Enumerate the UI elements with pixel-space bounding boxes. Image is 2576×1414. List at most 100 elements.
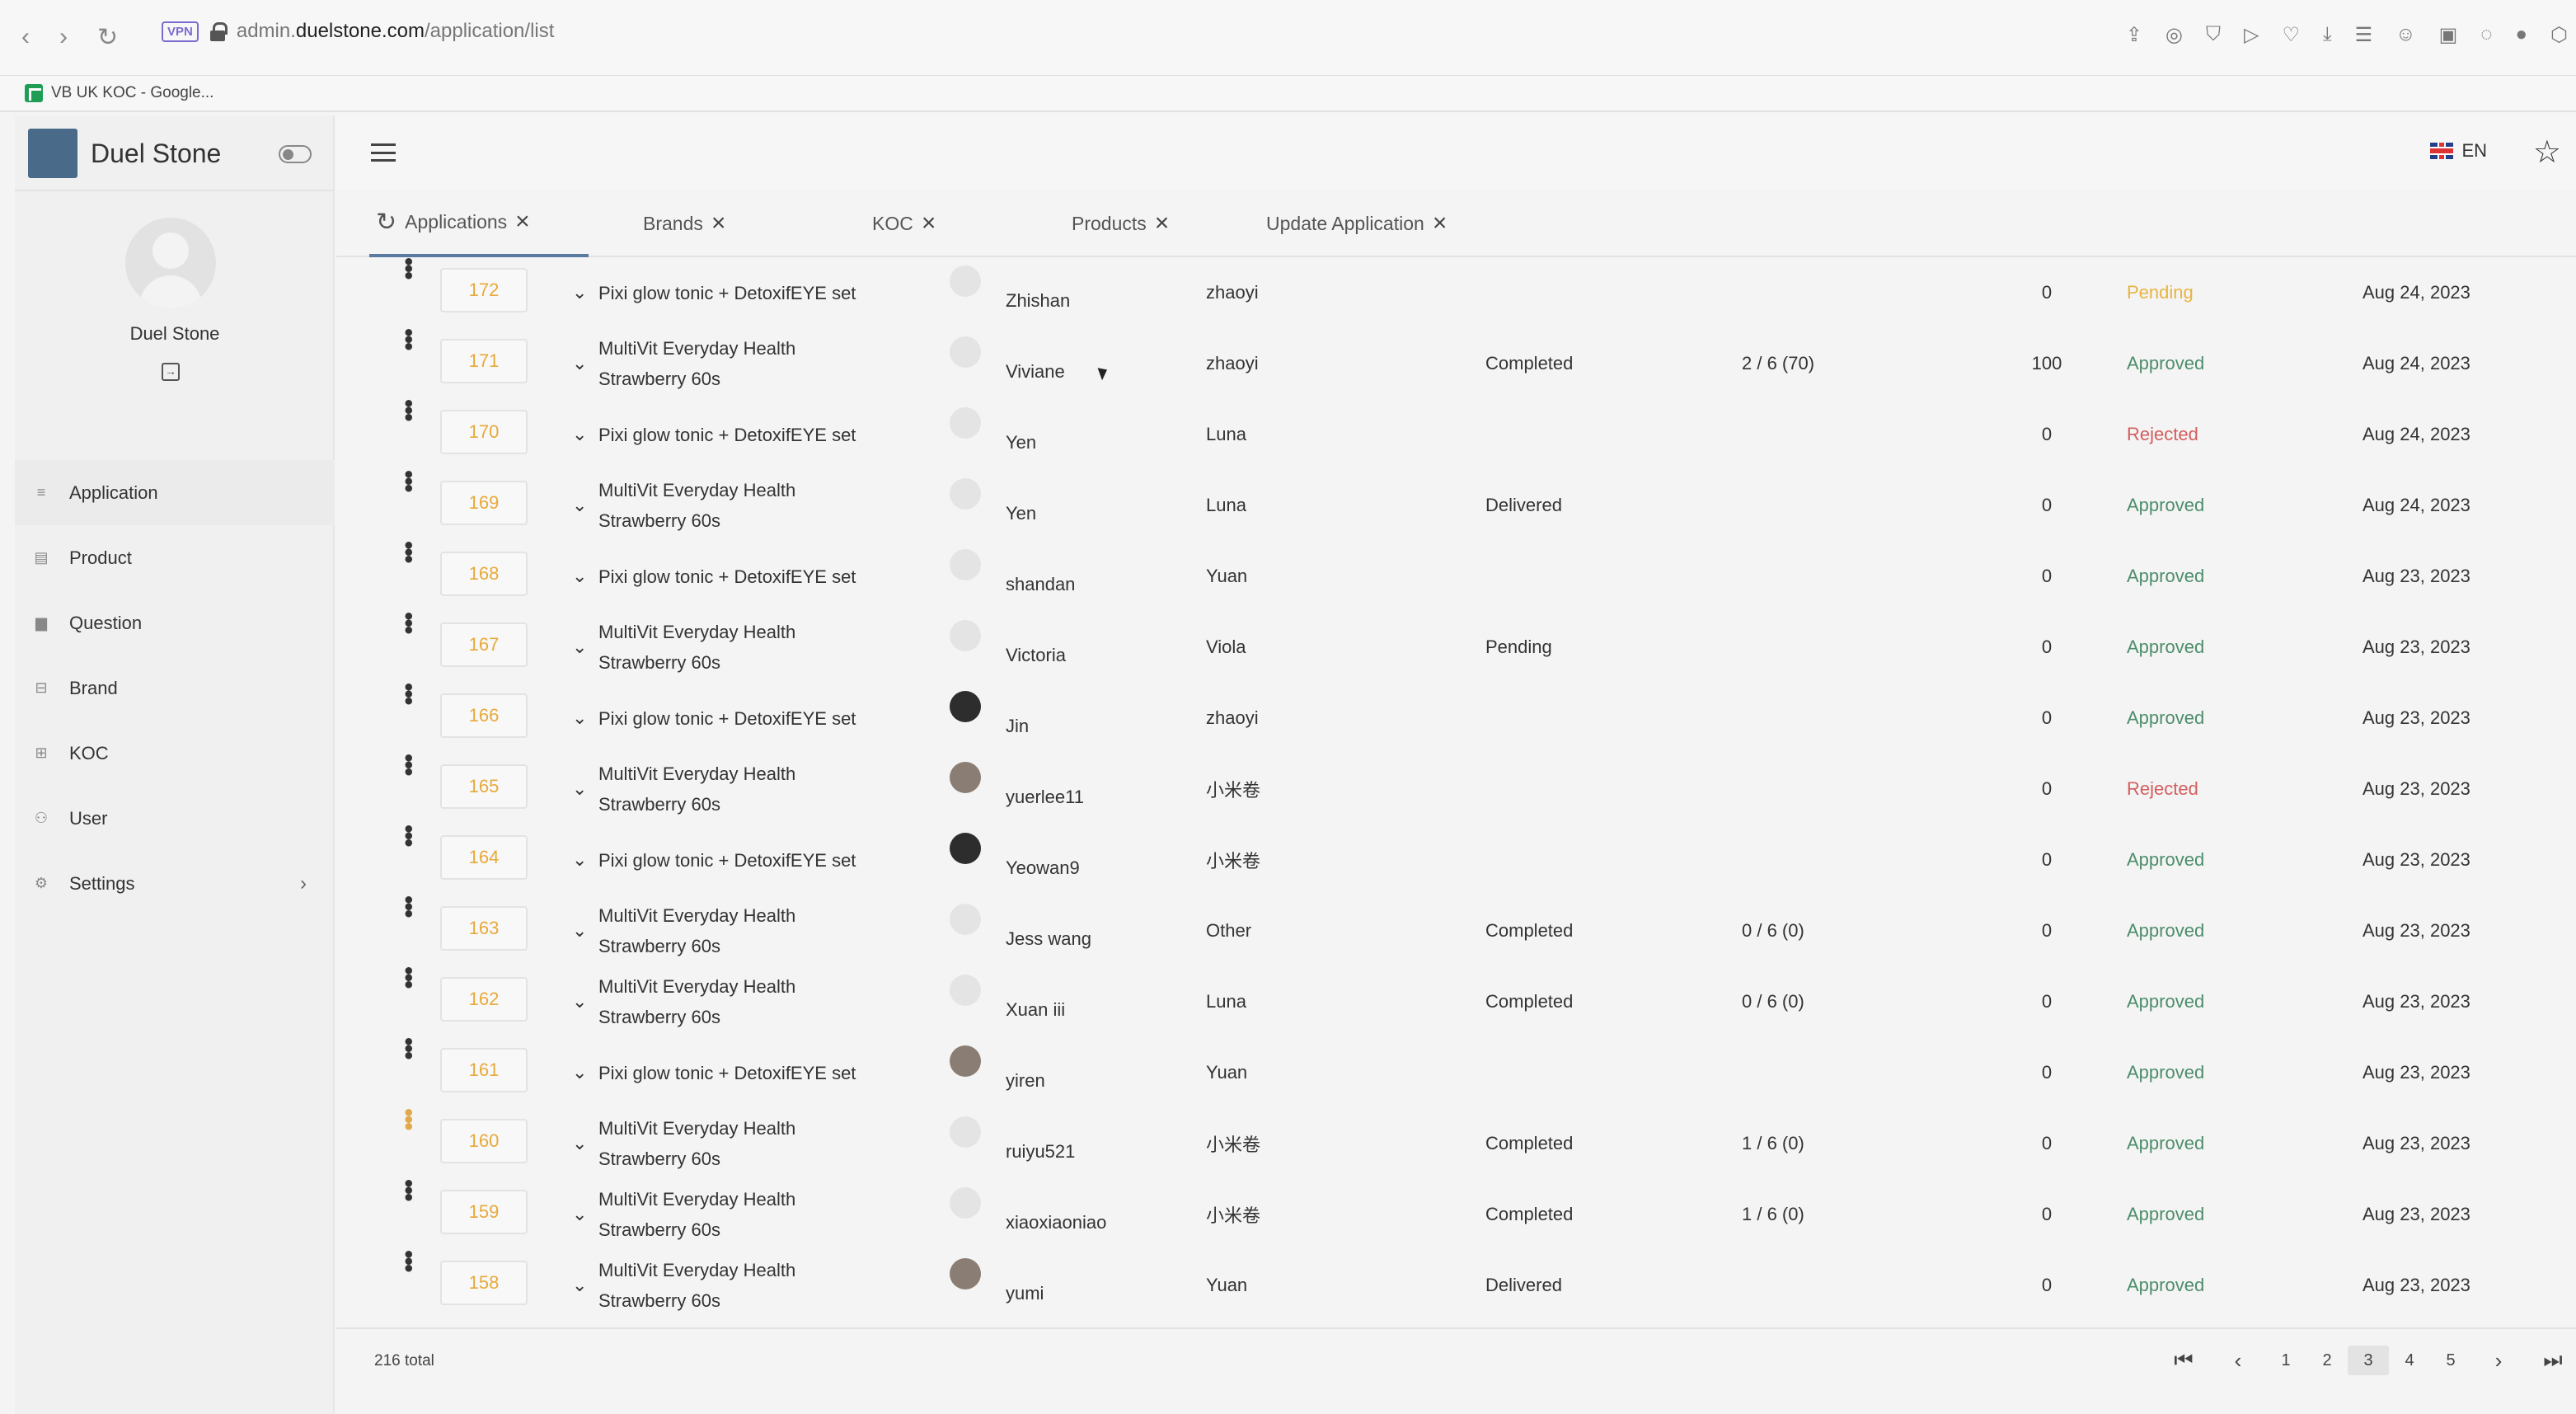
chevron-down-icon[interactable]: ⌄: [572, 470, 587, 541]
application-id[interactable]: 162: [440, 977, 528, 1022]
table-row[interactable]: ••• 163 ⌄ MultiVit Everyday Health Strawber…: [336, 895, 2576, 966]
first-page-icon[interactable]: ⏮: [2156, 1346, 2211, 1375]
application-id[interactable]: 167: [440, 622, 528, 667]
hamburger-menu-icon[interactable]: [371, 143, 396, 162]
chevron-down-icon[interactable]: ⌄: [572, 328, 587, 399]
prev-page-icon[interactable]: ‹: [2211, 1346, 2265, 1375]
sidebar-item-application[interactable]: ≡ Application: [15, 460, 335, 525]
application-id[interactable]: 158: [440, 1261, 528, 1305]
row-actions-icon[interactable]: •••: [394, 1108, 422, 1179]
row-actions-icon[interactable]: •••: [394, 824, 422, 895]
sidebar-item-user[interactable]: ⚇ User: [15, 786, 335, 851]
chevron-down-icon[interactable]: ⌄: [572, 683, 587, 754]
chevron-down-icon[interactable]: ⌄: [572, 612, 587, 683]
sidebar-item-product[interactable]: ▤ Product: [15, 525, 335, 590]
language-selector[interactable]: EN: [2430, 140, 2487, 162]
table-row[interactable]: ••• 169 ⌄ MultiVit Everyday Health Strawber…: [336, 470, 2576, 541]
chevron-down-icon[interactable]: ⌄: [572, 541, 587, 612]
chevron-down-icon[interactable]: ⌄: [572, 1037, 587, 1108]
application-id[interactable]: 170: [440, 410, 528, 454]
chevron-down-icon[interactable]: ⌄: [572, 895, 587, 966]
table-row[interactable]: ••• 161 ⌄ Pixi glow tonic + DetoxifEYE set y…: [336, 1037, 2576, 1108]
next-page-icon[interactable]: ›: [2471, 1346, 2526, 1375]
row-actions-icon[interactable]: •••: [394, 328, 422, 399]
camera-icon[interactable]: ◎: [2165, 23, 2183, 47]
table-row[interactable]: ••• 170 ⌄ Pixi glow tonic + DetoxifEYE set Y…: [336, 399, 2576, 470]
row-actions-icon[interactable]: •••: [394, 895, 422, 966]
extension-red-icon[interactable]: ◌: [2480, 23, 2492, 47]
refresh-icon[interactable]: ↻: [376, 208, 396, 237]
page-button[interactable]: 1: [2265, 1346, 2306, 1375]
close-icon[interactable]: ×: [711, 209, 726, 237]
tab-update-application[interactable]: Update Application ×: [1266, 190, 1447, 257]
heart-icon[interactable]: ♡: [2282, 23, 2300, 47]
table-row[interactable]: ••• 166 ⌄ Pixi glow tonic + DetoxifEYE set J…: [336, 683, 2576, 754]
application-id[interactable]: 163: [440, 906, 528, 951]
table-row[interactable]: ••• 165 ⌄ MultiVit Everyday Health Strawber…: [336, 754, 2576, 824]
application-id[interactable]: 159: [440, 1190, 528, 1234]
application-id[interactable]: 164: [440, 835, 528, 880]
application-id[interactable]: 166: [440, 693, 528, 738]
table-row[interactable]: ••• 158 ⌄ MultiVit Everyday Health Strawber…: [336, 1250, 2576, 1321]
sidebar-item-question[interactable]: ▆ Question: [15, 590, 335, 655]
address-bar[interactable]: VPN admin.duelstone.com/application/list: [162, 20, 554, 43]
close-icon[interactable]: ×: [922, 209, 936, 237]
table-row[interactable]: ••• 160 ⌄ MultiVit Everyday Health Strawber…: [336, 1108, 2576, 1179]
sidebar-item-koc[interactable]: ⊞ KOC: [15, 721, 335, 786]
table-row[interactable]: ••• 171 ⌄ MultiVit Everyday Health Strawber…: [336, 328, 2576, 399]
tab-products[interactable]: Products ×: [1072, 190, 1169, 257]
profile-icon[interactable]: ☺: [2395, 23, 2416, 47]
last-page-icon[interactable]: ⏭: [2526, 1346, 2576, 1375]
reload-icon[interactable]: ↻: [97, 23, 118, 52]
row-actions-icon[interactable]: •••: [394, 1037, 422, 1108]
shield-icon[interactable]: ⛉: [2206, 23, 2221, 47]
application-id[interactable]: 165: [440, 764, 528, 809]
page-button-current[interactable]: 3: [2348, 1346, 2389, 1375]
table-row[interactable]: ••• 159 ⌄ MultiVit Everyday Health Strawber…: [336, 1179, 2576, 1250]
table-row[interactable]: ••• 172 ⌄ Pixi glow tonic + DetoxifEYE set Z…: [336, 257, 2576, 328]
chevron-down-icon[interactable]: ⌄: [572, 1250, 587, 1321]
application-id[interactable]: 171: [440, 339, 528, 383]
bookmark-item[interactable]: VB UK KOC - Google...: [25, 84, 213, 102]
table-row[interactable]: ••• 168 ⌄ Pixi glow tonic + DetoxifEYE set s…: [336, 541, 2576, 612]
star-icon[interactable]: ☆: [2533, 134, 2561, 171]
theme-toggle[interactable]: [279, 145, 312, 163]
page-button[interactable]: 5: [2430, 1346, 2471, 1375]
application-id[interactable]: 169: [440, 481, 528, 525]
cube-icon[interactable]: ⬡: [2550, 23, 2568, 47]
table-row[interactable]: ••• 162 ⌄ MultiVit Everyday Health Strawber…: [336, 966, 2576, 1037]
close-icon[interactable]: ×: [1155, 209, 1170, 237]
sidebar-item-brand[interactable]: ⊟ Brand: [15, 655, 335, 721]
tab-brands[interactable]: Brands ×: [643, 190, 725, 257]
row-actions-icon[interactable]: •••: [394, 541, 422, 612]
chevron-down-icon[interactable]: ⌄: [572, 399, 587, 470]
tab-applications[interactable]: ↻ Applications ×: [369, 190, 589, 257]
tab-koc[interactable]: KOC ×: [872, 190, 936, 257]
row-actions-icon[interactable]: •••: [394, 754, 422, 824]
row-actions-icon[interactable]: •••: [394, 470, 422, 541]
row-actions-icon[interactable]: •••: [394, 1250, 422, 1321]
application-id[interactable]: 160: [440, 1119, 528, 1163]
menu-list-icon[interactable]: ☰: [2355, 23, 2373, 47]
row-actions-icon[interactable]: •••: [394, 257, 422, 328]
chevron-down-icon[interactable]: ⌄: [572, 754, 587, 824]
table-row[interactable]: ••• 164 ⌄ Pixi glow tonic + DetoxifEYE set Y…: [336, 824, 2576, 895]
application-id[interactable]: 168: [440, 552, 528, 596]
chevron-down-icon[interactable]: ⌄: [572, 1179, 587, 1250]
row-actions-icon[interactable]: •••: [394, 612, 422, 683]
chevron-down-icon[interactable]: ⌄: [572, 824, 587, 895]
back-icon[interactable]: ‹: [21, 23, 30, 52]
sidebar-item-settings[interactable]: ⚙ Settings ›: [15, 851, 335, 916]
table-row[interactable]: ••• 167 ⌄ MultiVit Everyday Health Strawber…: [336, 612, 2576, 683]
page-button[interactable]: 4: [2389, 1346, 2430, 1375]
row-actions-icon[interactable]: •••: [394, 1179, 422, 1250]
application-id[interactable]: 172: [440, 268, 528, 312]
chevron-down-icon[interactable]: ⌄: [572, 966, 587, 1037]
close-icon[interactable]: ×: [1433, 209, 1448, 237]
extension-icon[interactable]: ▣: [2439, 23, 2458, 47]
row-actions-icon[interactable]: •••: [394, 966, 422, 1037]
row-actions-icon[interactable]: •••: [394, 399, 422, 470]
logout-icon[interactable]: →: [162, 363, 180, 381]
chevron-down-icon[interactable]: ⌄: [572, 257, 587, 328]
forward-icon[interactable]: ›: [59, 23, 68, 52]
